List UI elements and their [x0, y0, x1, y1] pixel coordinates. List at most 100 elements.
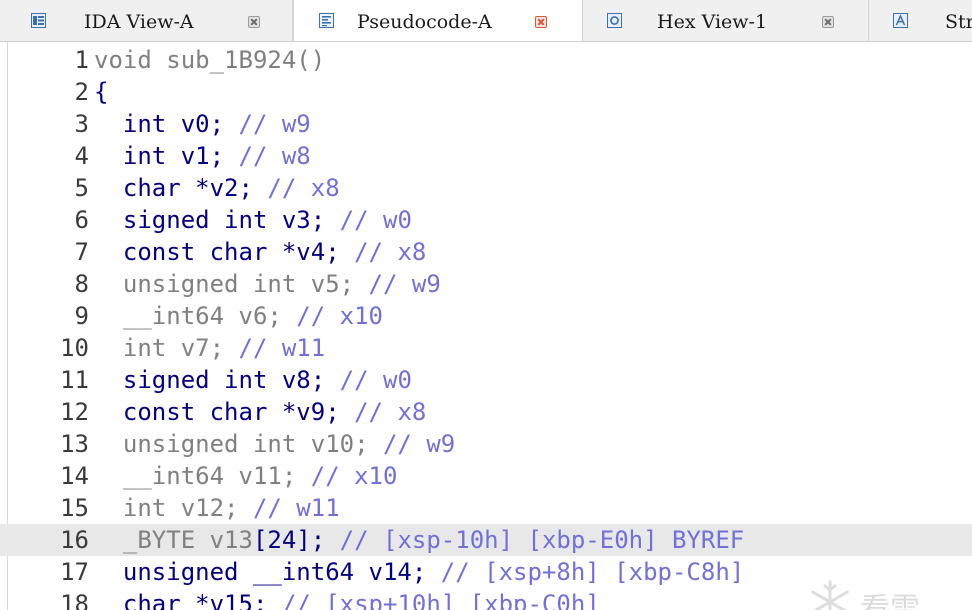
code-text: _BYTE v13[24]; // [xsp-10h] [xbp-E0h] BY…	[94, 524, 744, 556]
code-text: int v0; // w9	[94, 108, 311, 140]
tab-label: IDA View-A	[84, 11, 194, 33]
code-token: int v7;	[94, 334, 239, 362]
code-line[interactable]: 9 __int64 v6; // x10	[0, 300, 972, 332]
line-number: 2	[74, 78, 89, 106]
tab-label: Hex View-1	[657, 11, 768, 33]
line-number: 8	[74, 270, 89, 298]
code-line[interactable]: 16 _BYTE v13[24]; // [xsp-10h] [xbp-E0h]…	[0, 524, 972, 556]
line-number: 15	[60, 494, 89, 522]
code-line[interactable]: 13 unsigned int v10; // w9	[0, 428, 972, 460]
watermark-text: 看雪	[860, 592, 920, 610]
code-comment: // [xsp+10h] [xbp-C0h]	[281, 590, 600, 610]
tab-label: Pseudocode-A	[357, 11, 492, 33]
pseudocode-icon	[319, 13, 334, 28]
code-token: int v1;	[94, 142, 239, 170]
line-number: 12	[60, 398, 89, 426]
line-number: 3	[74, 110, 89, 138]
code-line[interactable]: 7 const char *v4; // x8	[0, 236, 972, 268]
code-text: unsigned __int64 v14; // [xsp+8h] [xbp-C…	[94, 556, 744, 588]
code-comment: // [xsp+8h] [xbp-C8h]	[440, 558, 745, 586]
tab-ida-view-a[interactable]: IDA View-A	[0, 0, 293, 41]
line-number: 7	[74, 238, 89, 266]
code-line[interactable]: 10 int v7; // w11	[0, 332, 972, 364]
code-comment: // w9	[368, 270, 441, 298]
code-text: __int64 v11; // x10	[94, 460, 398, 492]
line-number: 14	[60, 462, 89, 490]
code-text: int v1; // w8	[94, 140, 311, 172]
code-token: const char *v9;	[94, 398, 355, 426]
code-comment: // w11	[238, 334, 326, 362]
code-token: int v0;	[94, 110, 239, 138]
tab-label: Str	[945, 11, 972, 33]
code-comment: // w11	[252, 494, 340, 522]
code-token: unsigned __int64 v14;	[94, 558, 441, 586]
close-tab-icon[interactable]	[248, 16, 260, 28]
code-text: char *v2; // x8	[94, 172, 340, 204]
code-token: const char *v4;	[94, 238, 355, 266]
code-text: int v7; // w11	[94, 332, 325, 364]
code-text: void sub_1B924()	[94, 44, 325, 76]
line-number: 13	[60, 430, 89, 458]
line-number: 16	[60, 526, 89, 554]
snowflake-logo-icon	[811, 580, 849, 610]
code-comment: // w0	[339, 206, 412, 234]
line-number: 11	[60, 366, 89, 394]
code-comment: // w9	[238, 110, 311, 138]
code-line[interactable]: 12 const char *v9; // x8	[0, 396, 972, 428]
code-line[interactable]: 14 __int64 v11; // x10	[0, 460, 972, 492]
code-token: int v12;	[94, 494, 253, 522]
code-text: int v12; // w11	[94, 492, 340, 524]
code-line[interactable]: 5 char *v2; // x8	[0, 172, 972, 204]
line-number: 1	[74, 46, 89, 74]
code-token: [24];	[252, 526, 340, 554]
code-token: __int64 v6;	[94, 302, 297, 330]
code-comment: // w0	[339, 366, 412, 394]
code-text: __int64 v6; // x10	[94, 300, 383, 332]
code-text: signed int v3; // w0	[94, 204, 412, 236]
code-token: {	[94, 78, 109, 106]
tab-pseudocode-a[interactable]: Pseudocode-A	[293, 0, 583, 41]
watermark: 看雪	[804, 574, 954, 610]
line-number: 9	[74, 302, 89, 330]
code-token: void sub_1B924()	[94, 46, 326, 74]
code-comment: // w8	[238, 142, 311, 170]
code-text: unsigned int v5; // w9	[94, 268, 441, 300]
code-comment: // x8	[354, 238, 427, 266]
code-token: _BYTE v13	[94, 526, 253, 554]
code-line[interactable]: 4 int v1; // w8	[0, 140, 972, 172]
code-comment: // x8	[267, 174, 340, 202]
code-token: char *v2;	[94, 174, 268, 202]
code-line[interactable]: 1 void sub_1B924()	[0, 44, 972, 76]
code-line[interactable]: 2{	[0, 76, 972, 108]
code-token: char *v15;	[94, 590, 282, 610]
close-tab-icon[interactable]	[535, 16, 547, 28]
tab-hex-view-1[interactable]: Hex View-1	[583, 0, 869, 41]
code-token: signed int v3;	[94, 206, 340, 234]
tab-strings[interactable]: Str	[869, 0, 972, 41]
line-number: 4	[74, 142, 89, 170]
code-text: {	[94, 76, 108, 108]
code-line[interactable]: 15 int v12; // w11	[0, 492, 972, 524]
tab-bar: IDA View-A Pseudocode-A Hex View-1 Str	[0, 0, 972, 42]
hex-view-icon	[607, 13, 622, 28]
code-line[interactable]: 3 int v0; // w9	[0, 108, 972, 140]
line-number: 10	[60, 334, 89, 362]
code-text: const char *v9; // x8	[94, 396, 426, 428]
code-token: unsigned int v5;	[94, 270, 369, 298]
close-tab-icon[interactable]	[822, 16, 834, 28]
line-number: 6	[74, 206, 89, 234]
code-line[interactable]: 11 signed int v8; // w0	[0, 364, 972, 396]
code-comment: // x10	[310, 462, 398, 490]
code-text: unsigned int v10; // w9	[94, 428, 455, 460]
line-number: 18	[60, 590, 89, 610]
code-comment: // x8	[354, 398, 427, 426]
code-text: const char *v4; // x8	[94, 236, 426, 268]
ida-view-icon	[31, 13, 46, 28]
code-text: char *v15; // [xsp+10h] [xbp-C0h]	[94, 588, 600, 610]
code-line[interactable]: 8 unsigned int v5; // w9	[0, 268, 972, 300]
code-comment: // x10	[296, 302, 383, 330]
pseudocode-editor[interactable]: 1 void sub_1B924() 2{3 int v0; // w9 4 int …	[0, 42, 972, 610]
strings-icon	[893, 13, 908, 28]
code-line[interactable]: 6 signed int v3; // w0	[0, 204, 972, 236]
line-number: 17	[60, 558, 89, 586]
